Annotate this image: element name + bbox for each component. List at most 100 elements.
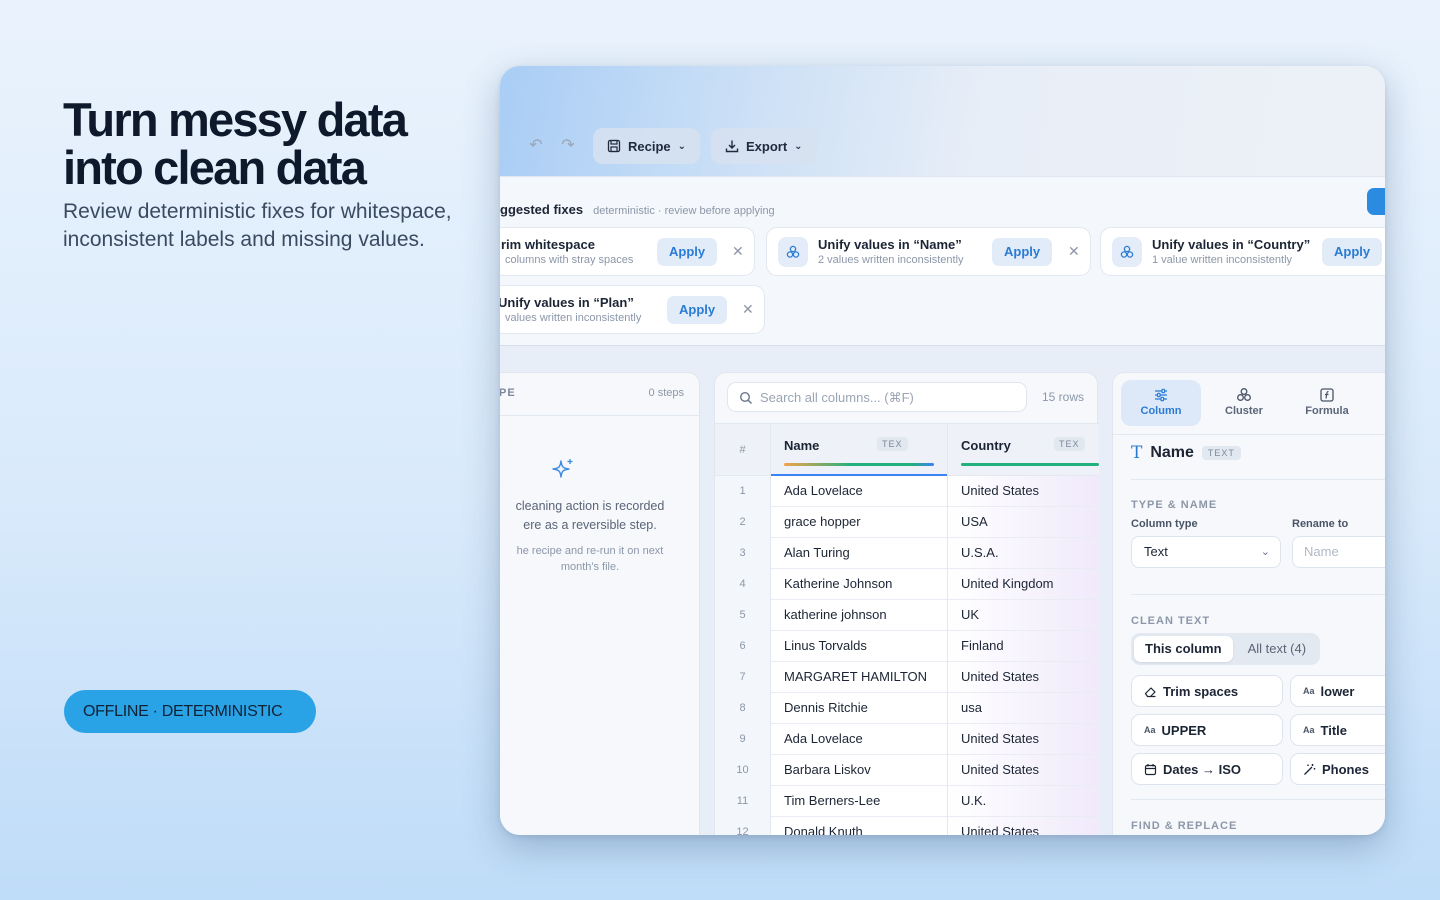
column-header-name[interactable]: Name TEX — [771, 424, 948, 476]
search-placeholder: Search all columns... (⌘F) — [760, 390, 914, 405]
scope-this-column[interactable]: This column — [1134, 636, 1233, 662]
column-type-badge: TEX — [877, 437, 908, 451]
cell-country[interactable]: United States — [948, 476, 1099, 507]
field-label: Column type — [1131, 518, 1198, 530]
tab-cluster[interactable]: Cluster — [1204, 380, 1284, 426]
cell-country[interactable]: U.K. — [948, 786, 1099, 817]
column-header-country[interactable]: Country TEX — [948, 424, 1099, 476]
download-icon — [725, 140, 739, 153]
cell-name[interactable]: katherine johnson — [771, 600, 948, 631]
text-type-icon: T — [1131, 443, 1143, 463]
cell-name[interactable]: Dennis Ritchie — [771, 693, 948, 724]
column-quality-bar — [784, 463, 934, 466]
cell-name[interactable]: Donald Knuth — [771, 817, 948, 835]
table-row[interactable]: 5 katherine johnson UK — [715, 600, 1099, 631]
phones-button[interactable]: Phones — [1290, 753, 1385, 785]
scope-all-text[interactable]: All text (4) — [1237, 636, 1318, 662]
section-title: CLEAN TEXT — [1131, 615, 1211, 627]
apply-button[interactable]: Apply — [657, 238, 718, 266]
search-input[interactable]: Search all columns... (⌘F) — [727, 382, 1027, 412]
save-icon — [607, 139, 621, 153]
tab-formula[interactable]: Formula — [1287, 380, 1367, 426]
select-value: Text — [1144, 544, 1168, 559]
table-row[interactable]: 12 Donald Knuth United States — [715, 817, 1099, 835]
dates-iso-button[interactable]: Dates → ISO — [1131, 753, 1283, 785]
cell-name[interactable]: Ada Lovelace — [771, 476, 948, 507]
cell-name[interactable]: Linus Torvalds — [771, 631, 948, 662]
export-button-label: Export — [746, 138, 788, 154]
table-row[interactable]: 2 grace hopper USA — [715, 507, 1099, 538]
table-row[interactable]: 6 Linus Torvalds Finland — [715, 631, 1099, 662]
cell-country[interactable]: United States — [948, 724, 1099, 755]
apply-all-button[interactable] — [1367, 188, 1385, 215]
column-type-badge: TEXT — [1201, 446, 1241, 460]
hero-title: Turn messy data into clean data — [63, 93, 408, 194]
undo-icon[interactable]: ↶ — [526, 136, 546, 156]
fix-card-title: Unify values in “Plan” — [500, 295, 634, 310]
cell-country[interactable]: United Kingdom — [948, 569, 1099, 600]
recipe-step-count: 0 steps — [648, 387, 684, 399]
row-count: 15 rows — [1042, 390, 1085, 404]
sparkle-icon — [552, 459, 573, 478]
fix-card-unify-name: Unify values in “Name” 2 values written … — [766, 227, 1091, 276]
rename-input[interactable]: Name — [1292, 536, 1385, 568]
table-row[interactable]: 1 Ada Lovelace United States — [715, 476, 1099, 507]
cell-name[interactable]: Barbara Liskov — [771, 755, 948, 786]
cell-name[interactable]: Tim Berners-Lee — [771, 786, 948, 817]
cell-name[interactable]: grace hopper — [771, 507, 948, 538]
cell-country[interactable]: United States — [948, 817, 1099, 835]
data-grid-panel: Search all columns... (⌘F) 15 rows # Nam… — [714, 372, 1099, 835]
export-button[interactable]: Export ⌄ — [711, 128, 817, 164]
recipe-panel: PE 0 steps cleaning action is recorded e… — [500, 372, 700, 835]
suggested-fixes: ggested fixes deterministic · review bef… — [500, 176, 1385, 346]
trim-spaces-button[interactable]: Trim spaces — [1131, 675, 1283, 707]
cell-name[interactable]: Katherine Johnson — [771, 569, 948, 600]
action-label: Trim spaces — [1163, 683, 1239, 699]
cell-country[interactable]: United States — [948, 755, 1099, 786]
eraser-icon — [1144, 686, 1156, 697]
table-row[interactable]: 10 Barbara Liskov United States — [715, 755, 1099, 786]
fix-card-title: Unify values in “Name” — [818, 237, 962, 252]
cell-country[interactable]: Finland — [948, 631, 1099, 662]
close-icon[interactable]: ✕ — [732, 241, 744, 261]
fix-card-subtitle: columns with stray spaces — [505, 254, 634, 266]
close-icon[interactable]: ✕ — [742, 299, 754, 319]
recipe-panel-header: PE 0 steps — [500, 373, 699, 416]
divider — [1131, 594, 1385, 595]
apply-button[interactable]: Apply — [667, 296, 728, 324]
lowercase-button[interactable]: Aa lower — [1290, 675, 1385, 707]
table-row[interactable]: 7 MARGARET HAMILTON United States — [715, 662, 1099, 693]
table-row[interactable]: 11 Tim Berners-Lee U.K. — [715, 786, 1099, 817]
recipe-button[interactable]: Recipe ⌄ — [593, 128, 701, 164]
redo-icon[interactable]: ↷ — [558, 136, 578, 156]
table-row[interactable]: 8 Dennis Ritchie usa — [715, 693, 1099, 724]
recipe-panel-title: PE — [500, 387, 516, 399]
row-number: 1 — [715, 476, 771, 507]
close-icon[interactable]: ✕ — [1068, 241, 1080, 261]
cell-country[interactable]: usa — [948, 693, 1099, 724]
cell-country[interactable]: U.S.A. — [948, 538, 1099, 569]
cell-country[interactable]: UK — [948, 600, 1099, 631]
cell-country[interactable]: United States — [948, 662, 1099, 693]
tab-label: Formula — [1305, 405, 1349, 417]
apply-button[interactable]: Apply — [992, 238, 1053, 266]
column-type-select[interactable]: Text ⌄ — [1131, 536, 1281, 568]
fix-card-trim: rim whitespace columns with stray spaces… — [500, 227, 755, 276]
uppercase-button[interactable]: Aa UPPER — [1131, 714, 1283, 746]
fix-card-subtitle: values written inconsistently — [505, 312, 642, 324]
cell-country[interactable]: USA — [948, 507, 1099, 538]
cell-name[interactable]: Alan Turing — [771, 538, 948, 569]
titlecase-button[interactable]: Aa Title — [1290, 714, 1385, 746]
chevron-down-icon: ⌄ — [677, 140, 687, 152]
cell-name[interactable]: MARGARET HAMILTON — [771, 662, 948, 693]
cell-name[interactable]: Ada Lovelace — [771, 724, 948, 755]
tab-column[interactable]: Column — [1121, 380, 1201, 426]
table-row[interactable]: 9 Ada Lovelace United States — [715, 724, 1099, 755]
fix-card-title: Unify values in “Country” — [1152, 237, 1311, 252]
apply-button[interactable]: Apply — [1322, 238, 1383, 266]
recipe-empty-message: cleaning action is recorded ere as a rev… — [515, 499, 665, 532]
table-row[interactable]: 3 Alan Turing U.S.A. — [715, 538, 1099, 569]
inspector-panel: Column Cluster Formula T Name TEXT TYPE … — [1112, 372, 1385, 835]
field-label: Rename to — [1292, 518, 1349, 530]
table-row[interactable]: 4 Katherine Johnson United Kingdom — [715, 569, 1099, 600]
